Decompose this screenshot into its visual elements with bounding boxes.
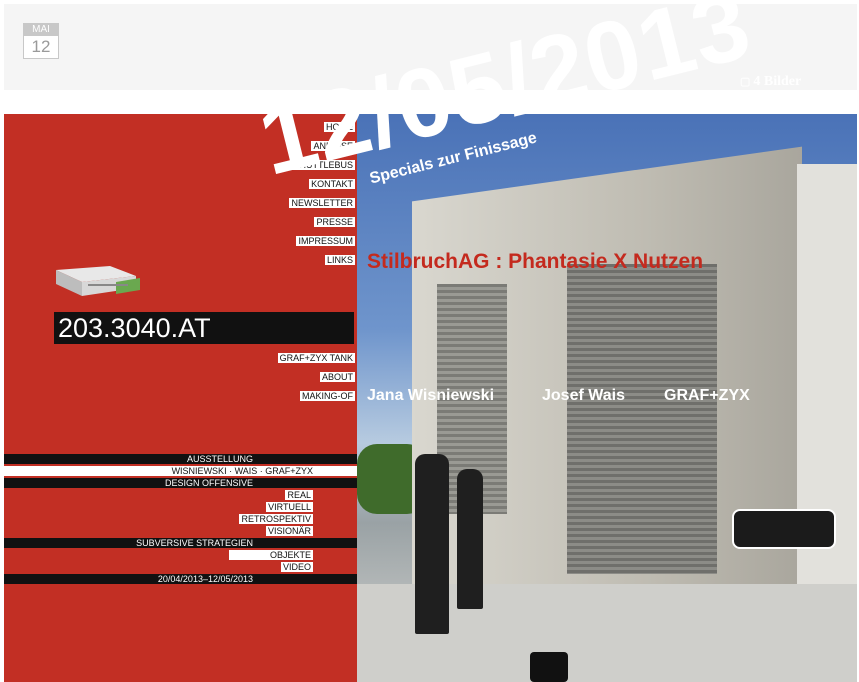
subversive-strategies: SUBVERSIVE STRATEGIEN bbox=[4, 538, 357, 548]
building-illustration bbox=[56, 266, 140, 296]
gallery-button[interactable] bbox=[732, 509, 836, 549]
image-icon: ▢ bbox=[740, 76, 751, 88]
design-offensive: DESIGN OFFENSIVE bbox=[4, 478, 357, 488]
date-month: MAI bbox=[23, 23, 59, 36]
exhibition-heading: AUSSTELLUNG bbox=[4, 454, 357, 464]
exhibition-sub-item: VIRTUELL bbox=[266, 502, 313, 512]
gallery-count-label: 4 Bilder bbox=[753, 74, 802, 89]
artist-name: Jana Wisniewski bbox=[367, 387, 495, 404]
poster-nav-item: LINKS bbox=[324, 255, 355, 265]
bucket bbox=[530, 652, 568, 682]
event-subtitle: StilbruchAG : Phantasie X Nutzen bbox=[367, 250, 704, 273]
date-badge: MAI 12 bbox=[23, 23, 59, 59]
building-wall bbox=[797, 164, 857, 634]
person-figure bbox=[415, 454, 449, 634]
person-figure bbox=[457, 469, 483, 609]
artist-name: GRAF+ZYX bbox=[664, 387, 750, 404]
exhibition-artists: WISNIEWSKI · WAIS · GRAF+ZYX bbox=[4, 466, 357, 476]
exhibition-sub-item: OBJEKTE bbox=[4, 550, 357, 560]
poster-left-panel: HOME ANREISE SHUTTLEBUS KONTAKT NEWSLETT… bbox=[4, 114, 357, 682]
exhibition-sub-item: VISIONÄR bbox=[265, 526, 313, 536]
exhibition-sub-item: RETROSPEKTIV bbox=[239, 514, 313, 524]
exhibition-block: AUSSTELLUNG WISNIEWSKI · WAIS · GRAF+ZYX… bbox=[4, 454, 357, 586]
poster-info-item: MAKING-OF bbox=[300, 391, 355, 401]
site-title: 203.3040.AT bbox=[54, 312, 354, 344]
exhibition-sub-item: VIDEO bbox=[280, 562, 313, 572]
exhibition-dates: 20/04/2013–12/05/2013 bbox=[4, 574, 357, 584]
poster-info-item: GRAF+ZYX TANK bbox=[277, 353, 355, 363]
gallery-count-link[interactable]: ▢ 4 Bilder bbox=[740, 74, 801, 90]
poster-nav-item: PRESSE bbox=[314, 217, 355, 227]
window-shutters bbox=[567, 264, 717, 574]
poster-info-list: GRAF+ZYX TANK ABOUT MAKING-OF bbox=[277, 348, 355, 405]
poster-info-item: ABOUT bbox=[319, 372, 355, 382]
exhibition-sub-item: REAL bbox=[285, 490, 313, 500]
artist-name: Josef Wais bbox=[542, 387, 625, 404]
date-day: 12 bbox=[23, 36, 59, 59]
poster-nav-item: NEWSLETTER bbox=[289, 198, 355, 208]
poster-nav-item: IMPRESSUM bbox=[296, 236, 355, 246]
